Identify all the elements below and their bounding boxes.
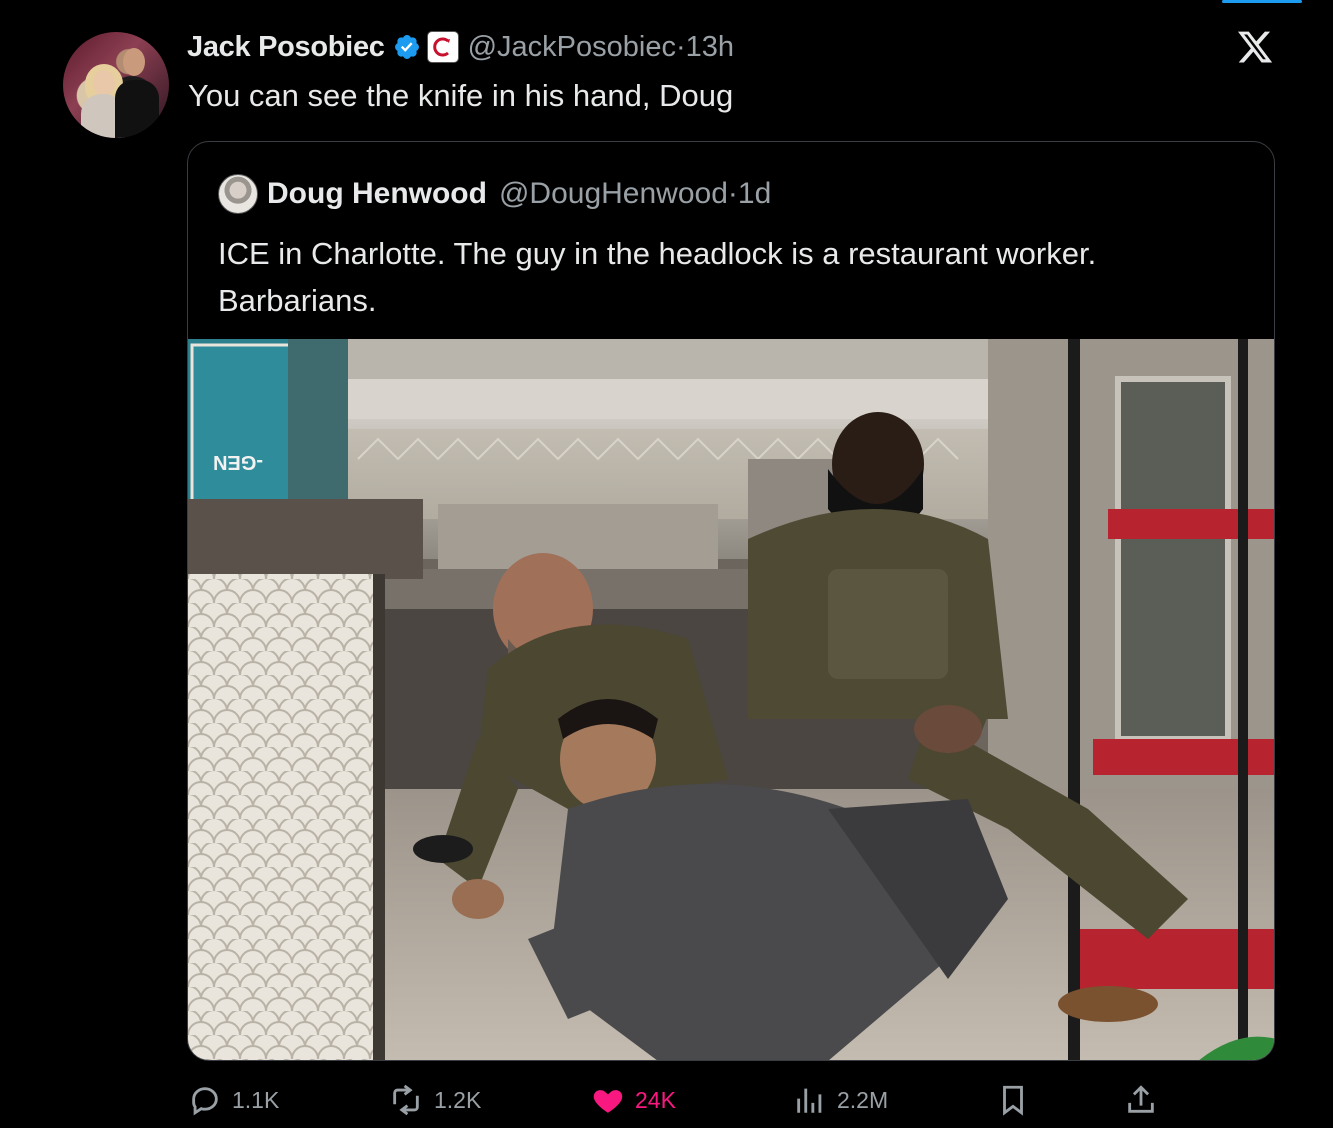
heart-icon bbox=[593, 1090, 623, 1113]
views-count: 2.2M bbox=[837, 1086, 889, 1113]
quoted-media-photo[interactable]: -GEN bbox=[188, 339, 1274, 1060]
share-button[interactable] bbox=[1124, 1080, 1158, 1120]
photo-illustration: -GEN bbox=[188, 339, 1274, 1060]
reply-icon bbox=[192, 1087, 218, 1116]
tweet-text: You can see the knife in his hand, Doug bbox=[188, 78, 734, 113]
quoted-text-line-2: Barbarians. bbox=[218, 283, 377, 318]
quoted-header: Doug Henwood @DougHenwood·1d bbox=[218, 174, 771, 214]
views-chart-icon bbox=[797, 1088, 822, 1113]
bookmark-button[interactable] bbox=[996, 1080, 1030, 1120]
author-avatar[interactable] bbox=[63, 32, 169, 138]
action-bar: 1.1K 1.2K 24K 2.2M bbox=[188, 1080, 1278, 1120]
quoted-text: ICE in Charlotte. The guy in the headloc… bbox=[218, 230, 1248, 324]
quoted-author-handle[interactable]: @DougHenwood·1d bbox=[499, 177, 771, 211]
quoted-author-name[interactable]: Doug Henwood bbox=[267, 177, 487, 211]
quoted-post-time: 1d bbox=[737, 177, 772, 210]
like-button[interactable]: 24K bbox=[591, 1080, 676, 1120]
author-handle[interactable]: @JackPosobiec·13h bbox=[468, 31, 734, 64]
quoted-avatar[interactable] bbox=[218, 174, 258, 214]
bookmark-icon bbox=[1003, 1085, 1023, 1116]
repost-button[interactable]: 1.2K bbox=[388, 1080, 481, 1120]
photo-sign-text: -GEN bbox=[213, 451, 263, 473]
like-count: 24K bbox=[635, 1086, 676, 1113]
verified-badge-icon[interactable] bbox=[393, 33, 421, 61]
x-logo-icon[interactable] bbox=[1236, 28, 1274, 66]
reply-button[interactable]: 1.1K bbox=[188, 1080, 279, 1120]
author-header: Jack Posobiec @JackPosobiec·13h bbox=[187, 30, 734, 64]
repost-count: 1.2K bbox=[434, 1086, 482, 1113]
share-icon bbox=[1128, 1085, 1154, 1113]
reply-count: 1.1K bbox=[232, 1086, 280, 1113]
quoted-tweet[interactable]: Doug Henwood @DougHenwood·1d ICE in Char… bbox=[187, 141, 1275, 1061]
repost-icon bbox=[393, 1084, 419, 1116]
top-accent-bar bbox=[1222, 0, 1302, 3]
author-name[interactable]: Jack Posobiec bbox=[187, 31, 385, 64]
quoted-text-line-1: ICE in Charlotte. The guy in the headloc… bbox=[218, 236, 1097, 271]
views-button[interactable]: 2.2M bbox=[793, 1080, 888, 1120]
post-time: 13h bbox=[685, 30, 735, 63]
affiliate-badge-icon[interactable] bbox=[426, 31, 459, 63]
